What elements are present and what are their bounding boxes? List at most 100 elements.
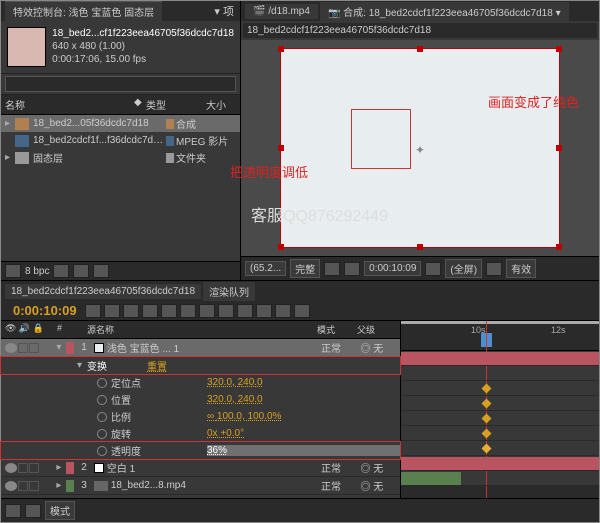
switch1-button[interactable] xyxy=(180,304,196,318)
column-type[interactable]: 类型 xyxy=(146,97,206,112)
viewport[interactable]: ✦ 画面变成了纯色 客服QQ876292449 xyxy=(241,40,599,256)
column-label-icon[interactable]: ◆ xyxy=(134,97,146,112)
twirl-icon[interactable]: ▸ xyxy=(5,152,15,163)
layer-row-1[interactable]: ▾ 1 浅色 宝蓝色 ... 1 正常 ◎ 无 xyxy=(1,339,400,357)
reset-link[interactable]: 重置 xyxy=(147,358,400,373)
col-parent[interactable]: 父级 xyxy=(357,323,397,336)
viewer-timecode[interactable]: 0:00:10:09 xyxy=(364,261,421,276)
prop-rotation[interactable]: 旋转 0x +0.0° xyxy=(1,425,400,442)
keyframe-icon[interactable] xyxy=(482,414,492,424)
twirl-icon[interactable]: ▸ xyxy=(5,118,15,129)
stopwatch-icon[interactable] xyxy=(97,412,107,422)
layer-row-3[interactable]: ▸ 3 18_bed2...8.mp4 正常 ◎ 无 xyxy=(1,477,400,495)
time-ruler[interactable]: 10s 12s xyxy=(401,321,599,351)
switch7-button[interactable] xyxy=(294,304,310,318)
layer-twirl[interactable]: ▸ xyxy=(56,480,66,491)
handle-bl[interactable] xyxy=(278,244,284,250)
mode-toggle-button[interactable]: 模式 xyxy=(45,501,75,520)
handle-bc[interactable] xyxy=(417,244,423,250)
layer-label-color[interactable] xyxy=(66,462,74,474)
panel-menu-button[interactable]: ▾ 项 xyxy=(208,3,240,19)
work-area-bar[interactable] xyxy=(401,321,599,324)
trash-button[interactable] xyxy=(93,264,109,278)
handle-tr[interactable] xyxy=(556,46,562,52)
layer-row-2[interactable]: ▸ 2 空白 1 正常 ◎ 无 xyxy=(1,459,400,477)
lock-toggle[interactable] xyxy=(29,481,39,491)
keyframe-icon[interactable] xyxy=(482,399,492,409)
layer-bar-1[interactable] xyxy=(401,352,599,365)
prop-opacity[interactable]: 透明度 36% xyxy=(1,442,400,459)
camera-dropdown[interactable]: 有效 xyxy=(506,259,536,278)
keyframe-icon[interactable] xyxy=(482,444,492,454)
bpc-indicator[interactable]: 8 bpc xyxy=(25,266,49,277)
snapshot-button[interactable] xyxy=(425,262,441,276)
brain-button[interactable] xyxy=(142,304,158,318)
keyframe-icon[interactable] xyxy=(482,429,492,439)
label-color[interactable] xyxy=(166,119,174,129)
shy-button[interactable] xyxy=(85,304,101,318)
toggle-pane-button[interactable] xyxy=(25,504,41,518)
column-size[interactable]: 大小 xyxy=(206,97,236,112)
lock-toggle[interactable] xyxy=(29,343,39,353)
comp-viewer-tab[interactable]: 📷 合成: 18_bed2cdcf1f223eea46705f36dcdc7d1… xyxy=(320,2,569,21)
resolution-dropdown[interactable]: 完整 xyxy=(290,259,320,278)
motion-blur-button[interactable] xyxy=(123,304,139,318)
col-mode[interactable]: 模式 xyxy=(317,323,357,336)
layer-twirl[interactable]: ▾ xyxy=(56,342,66,353)
anchor-icon[interactable]: ✦ xyxy=(415,143,425,153)
handle-tl[interactable] xyxy=(278,46,284,52)
handle-tc[interactable] xyxy=(417,46,423,52)
project-item-comp[interactable]: ▸ 18_bed2...05f36dcdc7d18 合成 xyxy=(1,115,240,132)
label-color[interactable] xyxy=(166,136,174,146)
render-queue-tab[interactable]: 渲染队列 xyxy=(203,282,255,301)
mask-button[interactable] xyxy=(344,262,360,276)
toggle-switches-button[interactable] xyxy=(5,504,21,518)
handle-br[interactable] xyxy=(556,244,562,250)
view-dropdown[interactable]: (全屏) xyxy=(445,259,482,278)
column-name[interactable]: 名称 xyxy=(5,97,134,112)
frame-blend-button[interactable] xyxy=(104,304,120,318)
eye-icon[interactable] xyxy=(5,481,17,491)
solo-toggle[interactable] xyxy=(18,463,28,473)
col-source[interactable]: 源名称 xyxy=(87,323,217,336)
timeline-timecode[interactable]: 0:00:10:09 xyxy=(5,303,85,318)
3d-view-button[interactable] xyxy=(486,262,502,276)
switch5-button[interactable] xyxy=(256,304,272,318)
switch4-button[interactable] xyxy=(237,304,253,318)
eye-icon[interactable] xyxy=(5,463,17,473)
stopwatch-icon[interactable] xyxy=(97,378,107,388)
transform-group[interactable]: ▾ 变换 重置 xyxy=(1,357,400,374)
prop-anchor[interactable]: 定位点 320.0, 240.0 xyxy=(1,374,400,391)
footage-viewer-tab[interactable]: 🎬 /d18.mp4 xyxy=(245,4,318,19)
handle-ml[interactable] xyxy=(278,145,284,151)
col-index[interactable]: # xyxy=(57,323,87,336)
project-item-folder[interactable]: ▸ 固态层 文件夹 xyxy=(1,149,240,166)
new-comp-button[interactable] xyxy=(73,264,89,278)
zoom-dropdown[interactable]: (65.2... xyxy=(245,261,286,276)
interpret-footage-button[interactable] xyxy=(5,264,21,278)
lock-toggle[interactable] xyxy=(29,463,39,473)
keyframe-icon[interactable] xyxy=(482,384,492,394)
prop-position[interactable]: 位置 320.0, 240.0 xyxy=(1,391,400,408)
switch3-button[interactable] xyxy=(218,304,234,318)
stopwatch-icon[interactable] xyxy=(97,395,107,405)
layer-bar-3[interactable] xyxy=(401,472,461,485)
prop-scale[interactable]: 比例 ∞ 100.0, 100.0% xyxy=(1,408,400,425)
new-folder-button[interactable] xyxy=(53,264,69,278)
grid-button[interactable] xyxy=(324,262,340,276)
handle-mr[interactable] xyxy=(556,145,562,151)
footage-thumbnail[interactable] xyxy=(7,27,46,67)
layer-bar-2[interactable] xyxy=(401,457,599,470)
graph-editor-button[interactable] xyxy=(161,304,177,318)
layer-label-color[interactable] xyxy=(66,480,74,492)
effects-tab[interactable]: 特效控制台: 浅色 宝蓝色 固态层 xyxy=(5,1,162,21)
solo-toggle[interactable] xyxy=(18,343,28,353)
project-search-input[interactable] xyxy=(5,76,236,92)
group-twirl[interactable]: ▾ xyxy=(77,360,87,371)
layer-label-color[interactable] xyxy=(66,342,74,354)
switch2-button[interactable] xyxy=(199,304,215,318)
comp-mini-tab[interactable]: 18_bed2cdcf1f223eea46705f36dcdc7d18 xyxy=(243,23,597,38)
stopwatch-icon[interactable] xyxy=(97,429,107,439)
project-item-video[interactable]: 18_bed2cdcf1f...f36dcdc7d18.mp4 MPEG 影片 xyxy=(1,132,240,149)
label-color[interactable] xyxy=(166,153,174,163)
